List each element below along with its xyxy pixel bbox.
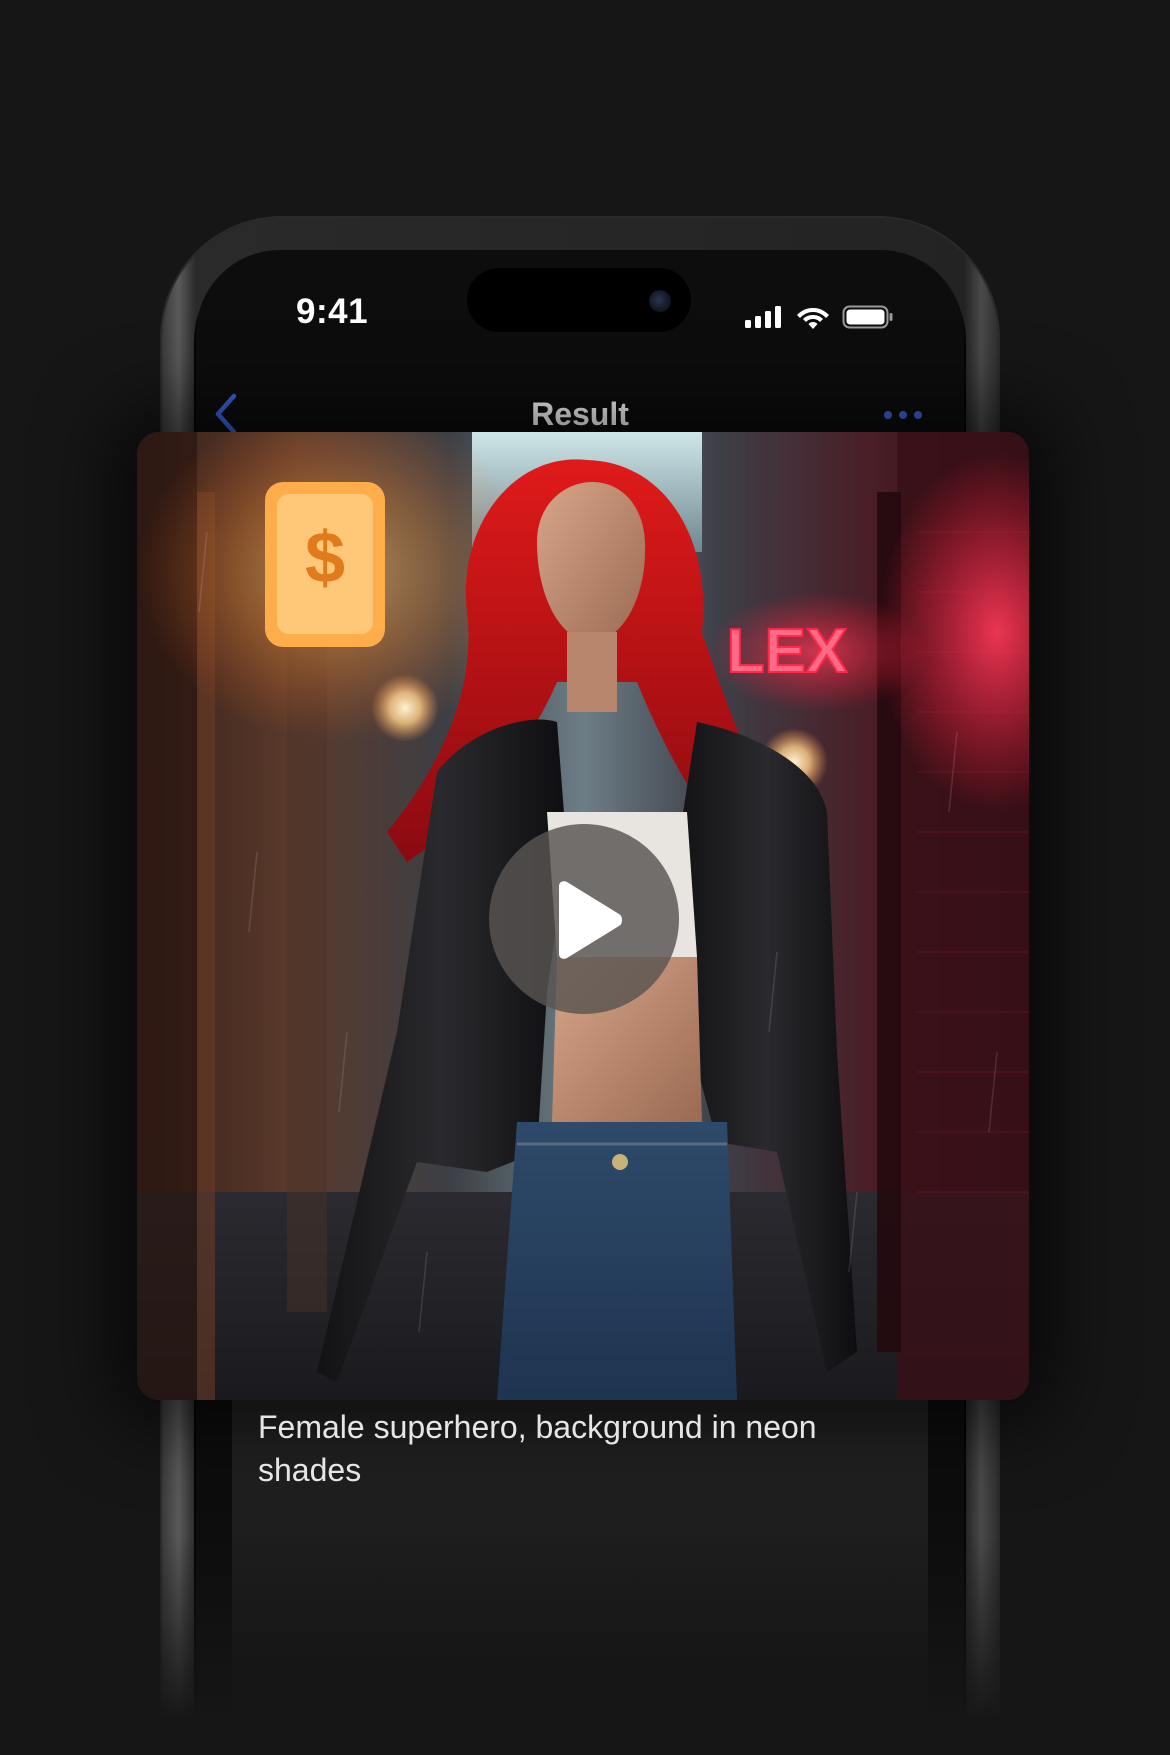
wifi-icon [797,308,829,329]
page-title: Result [531,396,629,432]
video-preview[interactable]: $ LEX [137,432,1029,1400]
play-icon [559,881,622,959]
ellipsis-icon [884,411,892,419]
ellipsis-dot [914,411,922,419]
ellipsis-dot [899,411,907,419]
status-time: 9:41 [296,292,369,331]
back-button[interactable] [210,392,244,436]
cellular-signal-icon [745,306,781,328]
chevron-left-icon [215,393,237,435]
battery-icon [842,305,893,329]
play-button[interactable] [489,824,679,1014]
prompt-text: Female superhero, background in neon sha… [258,1409,817,1488]
neon-sign: LEX [727,617,848,686]
app-stage: 9:41 Result $ LEX Female superhero, back… [0,0,1170,1755]
front-camera-icon [649,290,671,312]
status-icons [744,300,894,334]
dynamic-island [467,268,691,332]
lantern-sign: $ [305,518,345,598]
more-options-button[interactable] [884,404,930,426]
